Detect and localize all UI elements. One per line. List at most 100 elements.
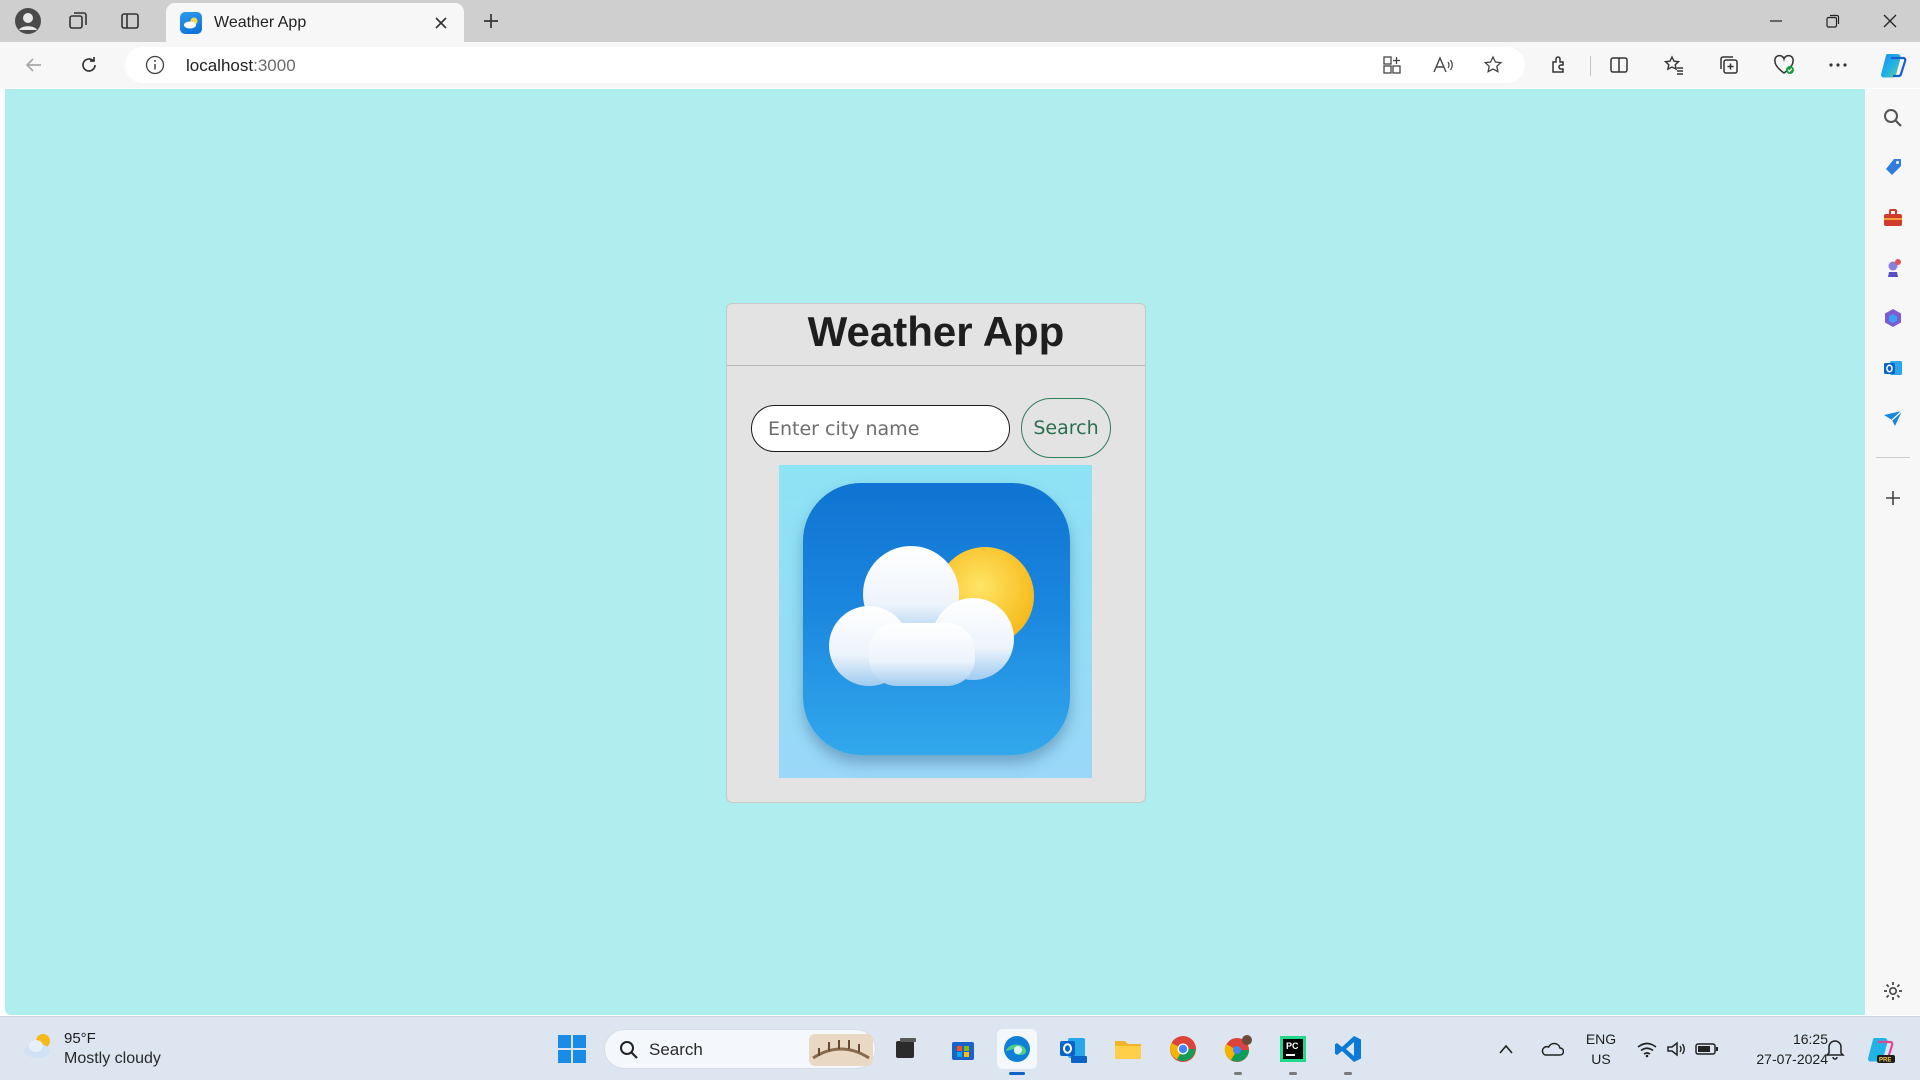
extensions-button[interactable] xyxy=(1541,48,1577,82)
search-form: Search xyxy=(751,398,1121,458)
close-icon xyxy=(1883,14,1897,28)
windows-taskbar: 95°F Mostly cloudy Search PC ENG US 16:2… xyxy=(0,1016,1920,1080)
copilot-pre-icon: PRE xyxy=(1868,1038,1895,1064)
add-icon xyxy=(1886,491,1900,505)
language-indicator[interactable]: ENG xyxy=(1583,1031,1619,1047)
refresh-button[interactable] xyxy=(71,48,107,82)
taskbar-edge[interactable] xyxy=(997,1029,1037,1075)
taskbar-file-explorer[interactable] xyxy=(1108,1029,1148,1069)
copilot-button[interactable] xyxy=(1878,50,1908,80)
sidebar-divider xyxy=(1876,457,1910,458)
shopping-tag-icon xyxy=(1886,159,1901,175)
notifications-button[interactable] xyxy=(1820,1029,1850,1069)
search-button[interactable]: Search xyxy=(1021,398,1111,458)
taskbar-outlook-new[interactable] xyxy=(1053,1029,1093,1069)
weather-card: Weather App Search xyxy=(726,303,1146,803)
address-bar[interactable]: localhost:3000 xyxy=(125,47,1525,83)
volume-icon xyxy=(1667,1041,1685,1057)
clock-date[interactable]: 27-07-2024 xyxy=(1728,1051,1828,1067)
taskbar-search-box[interactable]: Search xyxy=(604,1029,876,1069)
sidebar-tools-button[interactable] xyxy=(1879,204,1907,232)
volume-button[interactable] xyxy=(1662,1029,1692,1069)
battery-button[interactable] xyxy=(1692,1029,1722,1069)
sidebar-search-button[interactable] xyxy=(1879,104,1907,132)
url-text[interactable]: localhost:3000 xyxy=(186,56,296,76)
workspaces-button[interactable] xyxy=(58,5,98,37)
copilot-icon xyxy=(1881,54,1907,78)
taskbar-vscode[interactable] xyxy=(1328,1029,1368,1075)
running-indicator xyxy=(1344,1072,1352,1075)
new-tab-button[interactable] xyxy=(474,5,508,37)
restore-icon xyxy=(1826,14,1840,28)
close-icon xyxy=(435,16,447,29)
split-screen-icon xyxy=(1610,57,1628,73)
browser-toolbar: localhost:3000 xyxy=(0,42,1920,88)
tab-weather-app[interactable]: Weather App xyxy=(166,3,464,42)
weather-image xyxy=(779,465,1092,778)
site-info-icon[interactable] xyxy=(145,55,165,80)
taskbar-store[interactable] xyxy=(943,1029,983,1069)
collections-button[interactable] xyxy=(1711,48,1747,82)
sidebar-outlook-button[interactable] xyxy=(1879,354,1907,382)
heart-pulse-icon xyxy=(1774,54,1794,74)
collections-icon xyxy=(1720,56,1738,74)
microsoft365-icon xyxy=(1885,309,1901,327)
wifi-icon xyxy=(1637,1042,1657,1058)
settings-more-button[interactable] xyxy=(1820,48,1856,82)
sidebar-games-button[interactable] xyxy=(1879,254,1907,282)
search-icon xyxy=(1884,109,1902,127)
search-highlight-image-icon xyxy=(809,1034,873,1066)
games-icon xyxy=(1888,259,1901,277)
show-hidden-icons-button[interactable] xyxy=(1492,1029,1520,1069)
taskbar-pycharm[interactable]: PC xyxy=(1273,1029,1313,1075)
back-button[interactable] xyxy=(16,48,52,82)
bell-icon xyxy=(1825,1040,1845,1060)
favorite-star-icon[interactable] xyxy=(1480,53,1506,77)
weather-widget[interactable] xyxy=(22,1031,56,1066)
store-icon xyxy=(952,1042,974,1060)
folder-icon xyxy=(1115,1041,1141,1059)
sidebar-drop-button[interactable] xyxy=(1879,404,1907,432)
region-indicator: US xyxy=(1591,1051,1611,1067)
split-screen-button[interactable] xyxy=(1601,48,1637,82)
minimize-button[interactable] xyxy=(1748,0,1804,42)
wifi-button[interactable] xyxy=(1632,1029,1662,1069)
taskbar-chrome[interactable] xyxy=(1163,1029,1203,1069)
restore-button[interactable] xyxy=(1805,0,1861,42)
clock-time[interactable]: 16:25 xyxy=(1728,1031,1828,1047)
search-icon xyxy=(620,1041,638,1059)
task-view-icon xyxy=(896,1038,916,1058)
city-search-input[interactable] xyxy=(751,405,1010,452)
favorites-button[interactable] xyxy=(1656,48,1692,82)
close-window-button[interactable] xyxy=(1862,0,1918,42)
page-viewport: Weather App Search xyxy=(5,89,1865,1015)
vscode-icon xyxy=(1335,1036,1361,1062)
onedrive-button[interactable] xyxy=(1536,1029,1568,1069)
minimize-icon xyxy=(1770,20,1782,22)
copilot-taskbar-button[interactable]: PRE xyxy=(1862,1029,1898,1069)
read-aloud-icon[interactable] xyxy=(1430,53,1456,77)
tab-close-button[interactable] xyxy=(430,12,452,34)
chrome-icon xyxy=(1170,1036,1196,1062)
url-host: localhost xyxy=(186,56,254,75)
taskbar-task-view[interactable] xyxy=(886,1029,926,1069)
vertical-tabs-button[interactable] xyxy=(110,5,150,37)
sidebar-settings-button[interactable] xyxy=(1879,977,1907,1005)
onedrive-cloud-icon xyxy=(1541,1042,1564,1056)
weather-condition: Mostly cloudy xyxy=(64,1050,161,1067)
taskbar-search-label: Search xyxy=(649,1040,703,1059)
sidebar-add-button[interactable] xyxy=(1879,484,1907,512)
windows-logo-icon xyxy=(558,1035,586,1063)
taskbar-chrome-profile[interactable] xyxy=(1218,1029,1258,1075)
sidebar-microsoft365-button[interactable] xyxy=(1879,304,1907,332)
edge-icon xyxy=(1004,1036,1030,1062)
sidebar-shopping-button[interactable] xyxy=(1879,154,1907,182)
battery-icon xyxy=(1695,1043,1718,1055)
browser-tab-strip: Weather App xyxy=(0,0,1920,42)
puzzle-icon xyxy=(1552,56,1564,73)
app-available-icon[interactable] xyxy=(1379,53,1405,77)
start-button[interactable] xyxy=(552,1029,592,1069)
chevron-up-icon xyxy=(1499,1044,1513,1054)
profile-button[interactable] xyxy=(8,5,48,37)
browser-essentials-button[interactable] xyxy=(1766,48,1802,82)
